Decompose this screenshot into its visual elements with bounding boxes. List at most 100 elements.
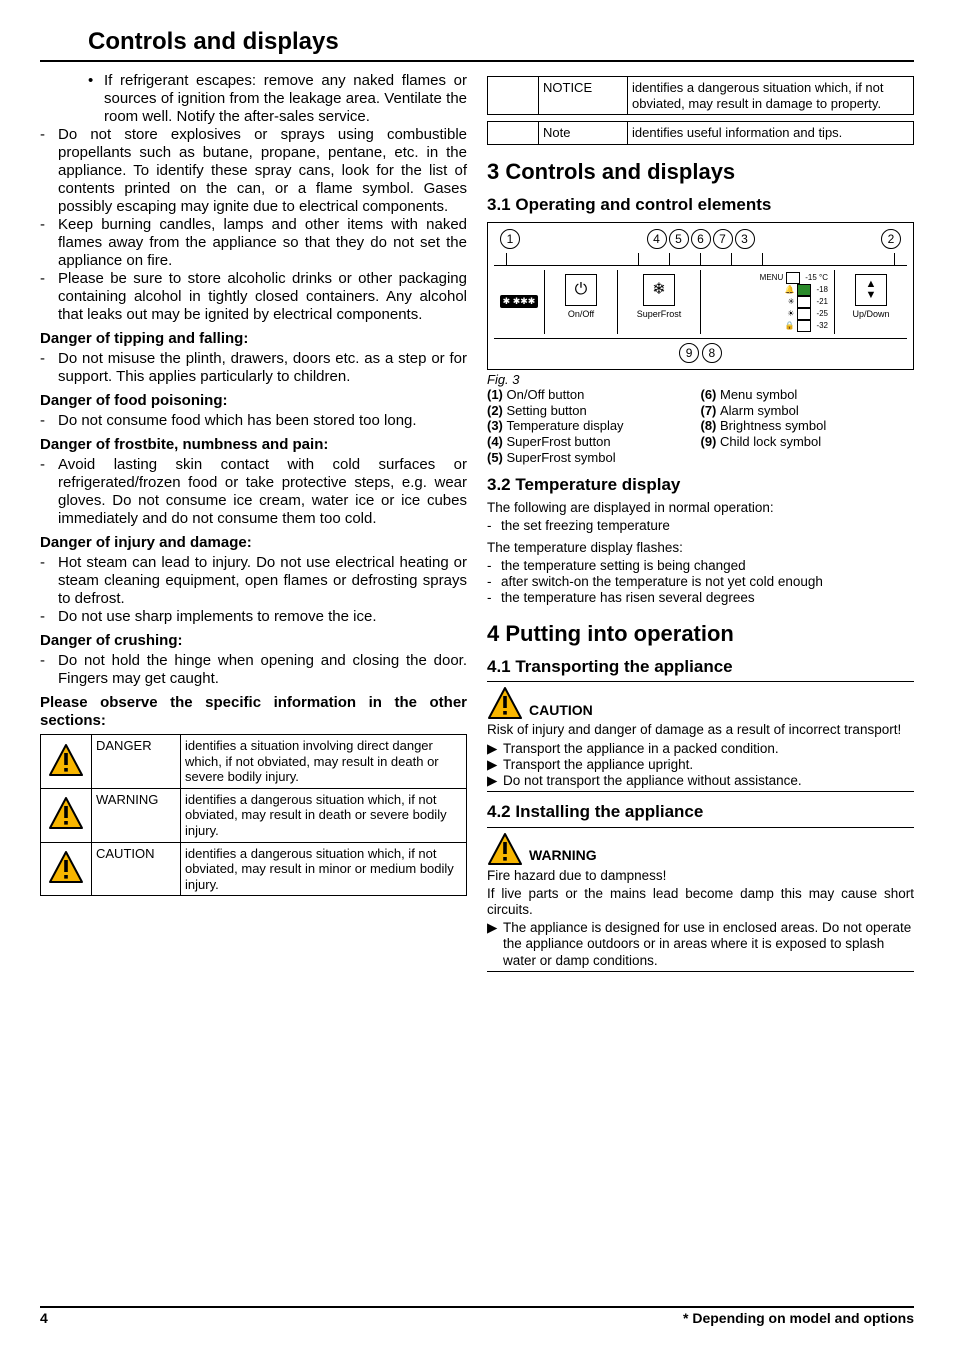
callout-9: 9: [679, 343, 699, 363]
dash-marker: -: [40, 350, 58, 386]
updown-label: Up/Down: [837, 309, 905, 320]
danger-frost-text: Avoid lasting skin contact with cold sur…: [58, 456, 467, 528]
hazard-label: NOTICE: [539, 77, 628, 115]
warning-row: WARNING: [487, 832, 914, 866]
left-column: • If refrigerant escapes: remove any nak…: [40, 72, 467, 974]
temp-indicator-box: [797, 320, 811, 332]
temp-row: 🔒-32: [707, 320, 828, 332]
legend-item: (6) Menu symbol: [701, 387, 915, 403]
legend-item: (8) Brightness symbol: [701, 418, 915, 434]
footer: 4 * Depending on model and options: [40, 1306, 914, 1326]
section-4-1-heading: 4.1 Transporting the appliance: [487, 657, 914, 677]
callout-7: 7: [713, 229, 733, 249]
section-3-heading: 3 Controls and displays: [487, 159, 914, 185]
right-column: NOTICEidentifies a dangerous situation w…: [487, 72, 914, 974]
danger-frost-heading: Danger of frostbite, numbness and pain:: [40, 436, 467, 454]
temp-value: -18: [816, 285, 828, 294]
section-3-1-heading: 3.1 Operating and control elements: [487, 195, 914, 215]
warning-rule-top: [487, 827, 914, 828]
danger-crush-text: Do not hold the hinge when opening and c…: [58, 652, 467, 688]
s32-l2-0: the temperature setting is being changed: [501, 558, 746, 574]
danger-tipping-heading: Danger of tipping and falling:: [40, 330, 467, 348]
callout-4: 4: [647, 229, 667, 249]
legend-item: (1) On/Off button: [487, 387, 701, 403]
caution-label: CAUTION: [529, 702, 593, 721]
dash-marker: -: [487, 590, 501, 606]
danger-crush-heading: Danger of crushing:: [40, 632, 467, 650]
callout-3: 3: [735, 229, 755, 249]
s32-l2-2: the temperature has risen several degree…: [501, 590, 755, 606]
dash-marker: -: [487, 574, 501, 590]
observe-heading: Please observe the specific information …: [40, 694, 467, 730]
legend-item: (5) SuperFrost symbol: [487, 450, 701, 466]
warning-triangle-icon: [487, 686, 523, 720]
s32-l2-1: after switch-on the temperature is not y…: [501, 574, 823, 590]
figure-3-diagram: 1 4 5 6 7 3 2: [487, 222, 914, 370]
display-icon: ☀: [787, 309, 794, 318]
arrow-marker: ▶: [487, 920, 503, 969]
dash-marker: -: [40, 270, 58, 324]
hazard-desc: identifies a dangerous situation which, …: [628, 77, 914, 115]
s42-intro: Fire hazard due to dampness!: [487, 868, 914, 884]
s41-item-2: Do not transport the appliance without a…: [503, 773, 802, 789]
legend: (1) On/Off button(2) Setting button(3) T…: [487, 387, 914, 465]
superfrost-label: SuperFrost: [620, 309, 698, 320]
hazard-icon-cell: [41, 788, 92, 842]
danger-food-text: Do not consume food which has been store…: [58, 412, 417, 430]
legend-item: (9) Child lock symbol: [701, 434, 915, 450]
s32-intro: The following are displayed in normal op…: [487, 500, 914, 516]
caution-rule-bottom: [487, 791, 914, 792]
s32-l1-0: the set freezing temperature: [501, 518, 670, 534]
hazard-label: WARNING: [92, 788, 181, 842]
warning-triangle-icon: [48, 743, 84, 777]
s42-item-0: The appliance is designed for use in enc…: [503, 920, 914, 969]
legend-item: (4) SuperFrost button: [487, 434, 701, 450]
hazard-label: Note: [539, 122, 628, 145]
callout-2: 2: [881, 229, 901, 249]
hazard-desc: identifies a dangerous situation which, …: [181, 842, 467, 896]
hazard-desc: identifies a dangerous situation which, …: [181, 788, 467, 842]
page-title: Controls and displays: [88, 28, 914, 56]
s32-mid: The temperature display flashes:: [487, 540, 914, 556]
arrow-marker: ▶: [487, 757, 503, 773]
temp-row: 🔔 -18: [707, 284, 828, 296]
callout-6: 6: [691, 229, 711, 249]
injury-dash-1: Do not use sharp implements to remove th…: [58, 608, 377, 626]
temp-indicator-box: [786, 272, 800, 284]
footer-note: * Depending on model and options: [683, 1310, 914, 1326]
dash-marker: -: [40, 216, 58, 270]
dash-marker: -: [487, 558, 501, 574]
hazard-icon-cell: [41, 842, 92, 896]
s42-body: If live parts or the mains lead become d…: [487, 886, 914, 918]
danger-tipping-text: Do not misuse the plinth, drawers, doors…: [58, 350, 467, 386]
caution-row: CAUTION: [487, 686, 914, 720]
hazard-label: DANGER: [92, 735, 181, 789]
display-icon: 🔔: [784, 285, 794, 294]
onoff-label: On/Off: [547, 309, 615, 320]
warning-rule-bottom: [487, 971, 914, 972]
bullet-marker: •: [88, 72, 104, 126]
dash-marker: -: [40, 412, 58, 430]
temp-value: -21: [816, 297, 828, 306]
hazard-icon-cell: [488, 77, 539, 115]
temp-indicator-box: [797, 296, 811, 308]
temp-indicator-box: [797, 284, 811, 296]
display-icon: 🔒: [784, 321, 794, 330]
temp-value: -25: [816, 309, 828, 318]
section-4-2-heading: 4.2 Installing the appliance: [487, 802, 914, 822]
temp-indicator-box: [797, 308, 811, 320]
hazard-desc: identifies useful information and tips.: [628, 122, 914, 145]
dash-marker: -: [40, 608, 58, 626]
hazard-desc: identifies a situation involving direct …: [181, 735, 467, 789]
dash-marker: -: [40, 456, 58, 528]
danger-food-heading: Danger of food poisoning:: [40, 392, 467, 410]
refrigerant-bullet: • If refrigerant escapes: remove any nak…: [88, 72, 467, 126]
temp-value: -15 °C: [805, 273, 828, 282]
figure-3-caption: Fig. 3: [487, 372, 914, 388]
hazard-label: CAUTION: [92, 842, 181, 896]
arrow-marker: ▶: [487, 741, 503, 757]
dash-marker: -: [40, 554, 58, 608]
legend-item: (2) Setting button: [487, 403, 701, 419]
dash-marker: -: [487, 518, 501, 534]
power-icon: ⏻: [565, 274, 597, 306]
